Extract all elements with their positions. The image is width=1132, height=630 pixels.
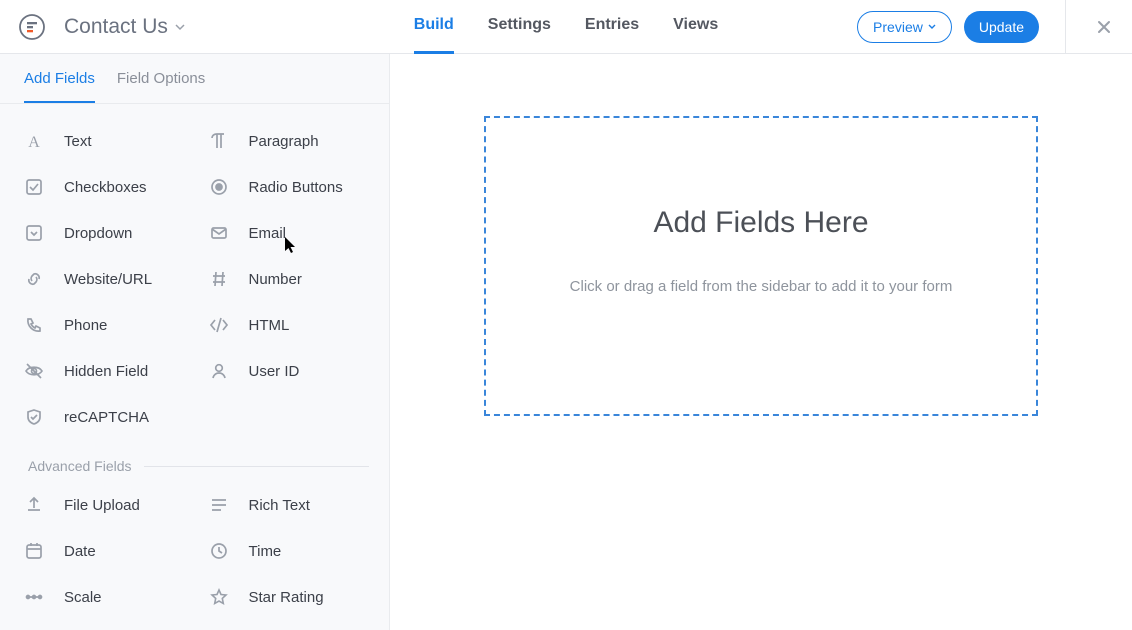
email-icon — [207, 221, 231, 245]
field-label: File Upload — [64, 497, 140, 514]
header-actions: Preview Update — [857, 0, 1132, 54]
sidebar-tab-add-fields[interactable]: Add Fields — [24, 70, 95, 103]
checkbox-icon — [22, 175, 46, 199]
tab-settings[interactable]: Settings — [488, 0, 551, 54]
close-button[interactable] — [1096, 19, 1132, 35]
preview-label: Preview — [873, 19, 923, 35]
close-icon — [1096, 19, 1112, 35]
text-icon: A — [22, 129, 46, 153]
hidden-icon — [22, 359, 46, 383]
field-label: Radio Buttons — [249, 179, 343, 196]
field-label: Time — [249, 543, 282, 560]
field-label: Dropdown — [64, 225, 132, 242]
html-icon — [207, 313, 231, 337]
app-logo — [18, 13, 46, 41]
dropdown-icon — [22, 221, 46, 245]
advanced-fields-separator: Advanced Fields — [10, 440, 379, 482]
field-label: Number — [249, 271, 302, 288]
dropzone-subtitle: Click or drag a field from the sidebar t… — [570, 278, 953, 295]
divider — [1065, 0, 1066, 54]
field-radio-buttons[interactable]: Radio Buttons — [195, 164, 380, 210]
field-label: Rich Text — [249, 497, 310, 514]
field-rich-text[interactable]: Rich Text — [195, 482, 380, 528]
field-email[interactable]: Email — [195, 210, 380, 256]
field-html[interactable]: HTML — [195, 302, 380, 348]
field-label: Date — [64, 543, 96, 560]
scale-icon — [22, 585, 46, 609]
update-button[interactable]: Update — [964, 11, 1039, 43]
tab-views[interactable]: Views — [673, 0, 718, 54]
separator-line — [144, 466, 369, 467]
field-text[interactable]: A Text — [10, 118, 195, 164]
user-icon — [207, 359, 231, 383]
field-label: Scale — [64, 589, 102, 606]
update-label: Update — [979, 19, 1024, 35]
form-title-text: Contact Us — [64, 15, 168, 39]
advanced-heading: Advanced Fields — [28, 458, 132, 474]
phone-icon — [22, 313, 46, 337]
sidebar: Add Fields Field Options A Text Paragrap… — [0, 54, 390, 630]
field-file-upload[interactable]: File Upload — [10, 482, 195, 528]
field-checkboxes[interactable]: Checkboxes — [10, 164, 195, 210]
form-title-dropdown[interactable]: Contact Us — [64, 15, 186, 39]
dropzone-title: Add Fields Here — [653, 206, 868, 240]
link-icon — [22, 267, 46, 291]
field-label: Phone — [64, 317, 107, 334]
field-hidden[interactable]: Hidden Field — [10, 348, 195, 394]
builder-canvas: Add Fields Here Click or drag a field fr… — [390, 54, 1132, 630]
advanced-fields-grid: File Upload Rich Text Date Time — [10, 482, 379, 620]
tab-label: Entries — [585, 16, 639, 34]
date-icon — [22, 539, 46, 563]
field-label: Paragraph — [249, 133, 319, 150]
tab-label: Settings — [488, 16, 551, 34]
field-paragraph[interactable]: Paragraph — [195, 118, 380, 164]
field-label: Hidden Field — [64, 363, 148, 380]
field-date[interactable]: Date — [10, 528, 195, 574]
sidebar-tab-field-options[interactable]: Field Options — [117, 70, 205, 103]
tab-label: Views — [673, 16, 718, 34]
field-website-url[interactable]: Website/URL — [10, 256, 195, 302]
field-label: Checkboxes — [64, 179, 147, 196]
sidebar-tab-label: Field Options — [117, 70, 205, 87]
sidebar-tab-label: Add Fields — [24, 70, 95, 87]
field-label: Star Rating — [249, 589, 324, 606]
basic-fields-grid: A Text Paragraph Checkboxes Radio Button… — [10, 118, 379, 440]
svg-text:A: A — [28, 134, 40, 151]
field-scale[interactable]: Scale — [10, 574, 195, 620]
tab-build[interactable]: Build — [414, 0, 454, 54]
field-phone[interactable]: Phone — [10, 302, 195, 348]
tab-label: Build — [414, 16, 454, 34]
field-star-rating[interactable]: Star Rating — [195, 574, 380, 620]
field-dropdown[interactable]: Dropdown — [10, 210, 195, 256]
preview-button[interactable]: Preview — [857, 11, 952, 43]
field-label: Email — [249, 225, 287, 242]
body: Add Fields Field Options A Text Paragrap… — [0, 54, 1132, 630]
field-label: User ID — [249, 363, 300, 380]
field-number[interactable]: Number — [195, 256, 380, 302]
star-icon — [207, 585, 231, 609]
dropzone[interactable]: Add Fields Here Click or drag a field fr… — [484, 116, 1038, 416]
field-user-id[interactable]: User ID — [195, 348, 380, 394]
tab-entries[interactable]: Entries — [585, 0, 639, 54]
logo-icon — [19, 14, 45, 40]
upload-icon — [22, 493, 46, 517]
topbar: Contact Us Build Settings Entries Views … — [0, 0, 1132, 54]
hash-icon — [207, 267, 231, 291]
field-time[interactable]: Time — [195, 528, 380, 574]
paragraph-icon — [207, 129, 231, 153]
radio-icon — [207, 175, 231, 199]
field-label: Website/URL — [64, 271, 152, 288]
field-recaptcha[interactable]: reCAPTCHA — [10, 394, 195, 440]
caret-down-icon — [928, 23, 936, 31]
fields-panel: A Text Paragraph Checkboxes Radio Button… — [0, 104, 389, 630]
sidebar-tabs: Add Fields Field Options — [0, 54, 389, 104]
time-icon — [207, 539, 231, 563]
chevron-down-icon — [174, 21, 186, 33]
field-label: HTML — [249, 317, 290, 334]
field-label: Text — [64, 133, 92, 150]
richtext-icon — [207, 493, 231, 517]
shield-icon — [22, 405, 46, 429]
field-label: reCAPTCHA — [64, 409, 149, 426]
